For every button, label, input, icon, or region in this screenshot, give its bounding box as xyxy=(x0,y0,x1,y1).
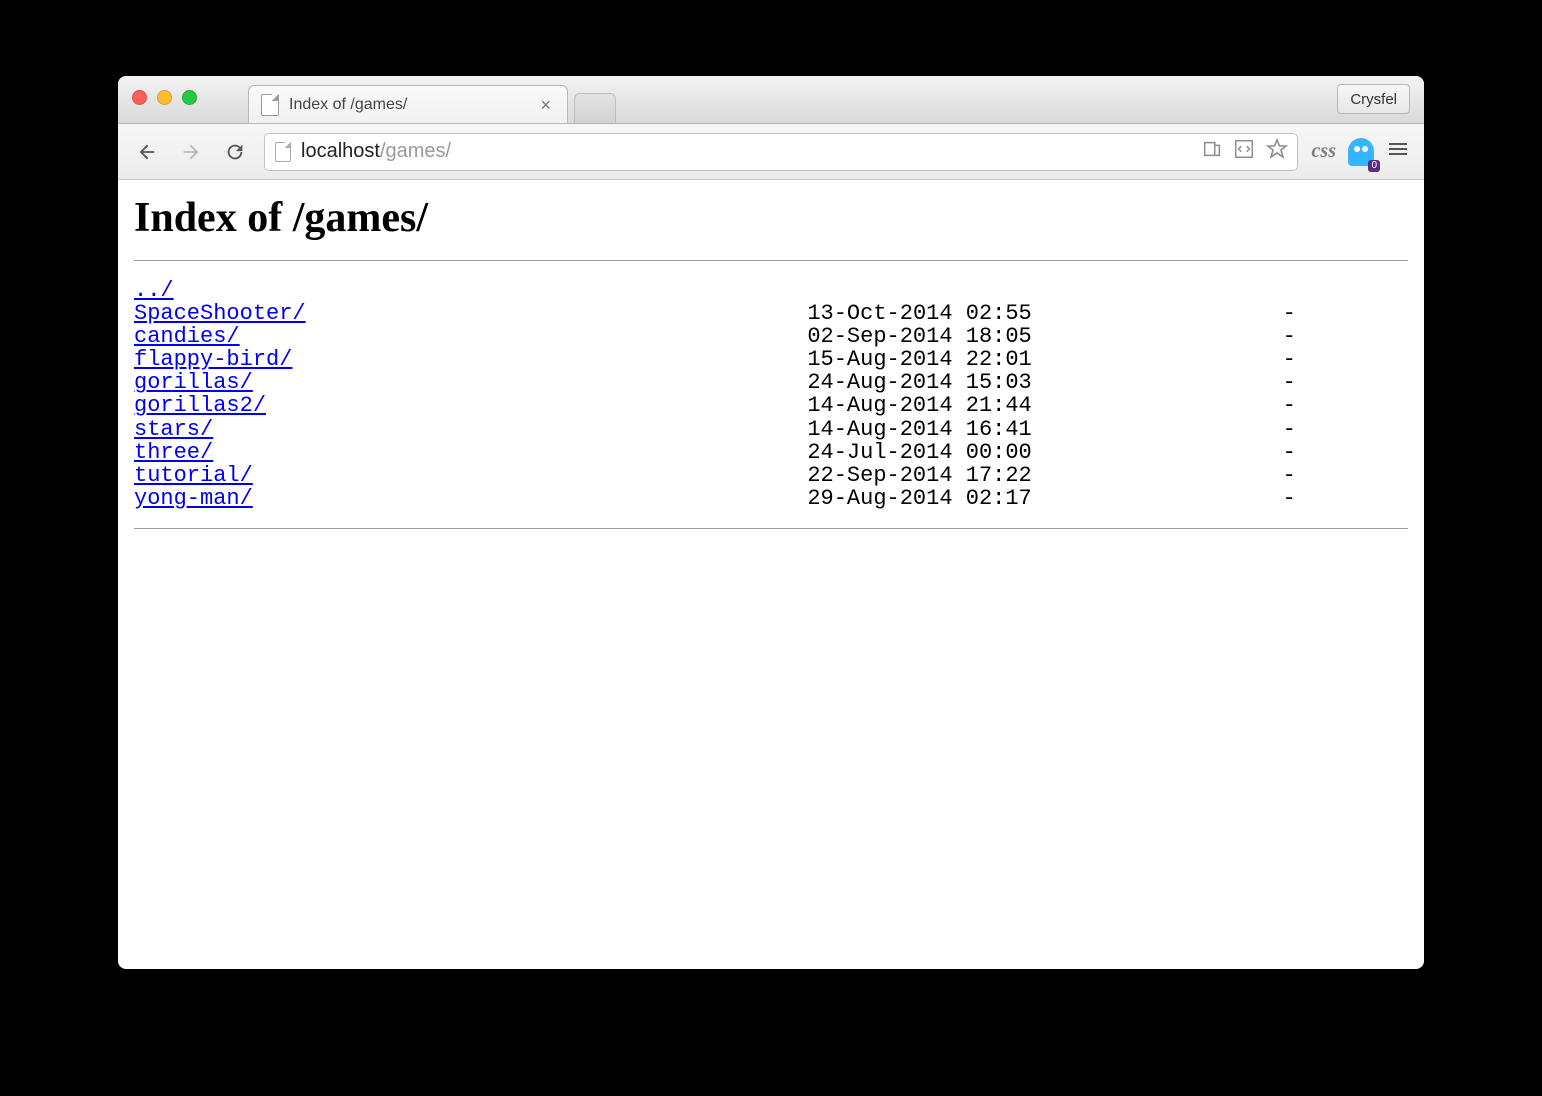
view-source-icon[interactable] xyxy=(1233,138,1255,166)
reload-icon xyxy=(224,141,246,163)
window-close-button[interactable] xyxy=(132,90,147,105)
ghostery-badge: 0 xyxy=(1368,160,1380,172)
url-path: /games/ xyxy=(380,140,451,162)
browser-tab[interactable]: Index of /games/ × xyxy=(248,85,568,123)
device-mode-icon[interactable] xyxy=(1201,138,1223,166)
page-content: Index of /games/ ../ SpaceShooter/ 13-Oc… xyxy=(118,180,1424,969)
directory-link[interactable]: flappy-bird/ xyxy=(134,347,292,372)
divider xyxy=(134,528,1408,529)
directory-link[interactable]: three/ xyxy=(134,440,213,465)
file-icon xyxy=(261,94,279,116)
page-title: Index of /games/ xyxy=(134,194,1408,242)
directory-link[interactable]: yong-man/ xyxy=(134,486,253,511)
forward-button[interactable] xyxy=(176,137,206,167)
window-controls xyxy=(132,90,197,105)
menu-button[interactable] xyxy=(1386,137,1410,166)
directory-link[interactable]: stars/ xyxy=(134,417,213,442)
reload-button[interactable] xyxy=(220,137,250,167)
css-extension-icon[interactable]: css xyxy=(1312,140,1336,163)
toolbar: localhost/games/ css 0 xyxy=(118,124,1424,180)
window-minimize-button[interactable] xyxy=(157,90,172,105)
directory-link[interactable]: SpaceShooter/ xyxy=(134,301,306,326)
address-bar[interactable]: localhost/games/ xyxy=(264,133,1298,171)
page-icon xyxy=(275,142,291,162)
titlebar: Index of /games/ × Crysfel xyxy=(118,76,1424,124)
back-button[interactable] xyxy=(132,137,162,167)
window-zoom-button[interactable] xyxy=(182,90,197,105)
profile-label: Crysfel xyxy=(1350,91,1397,108)
bookmark-button[interactable] xyxy=(1265,137,1289,167)
new-tab-button[interactable] xyxy=(574,93,616,123)
directory-link[interactable]: candies/ xyxy=(134,324,240,349)
omnibox-actions xyxy=(1201,137,1289,167)
star-icon xyxy=(1265,137,1289,161)
directory-listing: ../ SpaceShooter/ 13-Oct-2014 02:55 - ca… xyxy=(134,279,1408,510)
directory-link[interactable]: tutorial/ xyxy=(134,463,253,488)
arrow-right-icon xyxy=(180,141,202,163)
tab-close-button[interactable]: × xyxy=(536,94,555,116)
profile-button[interactable]: Crysfel xyxy=(1337,84,1410,114)
ghostery-extension-icon[interactable]: 0 xyxy=(1348,138,1374,166)
url-host: localhost xyxy=(301,140,380,162)
directory-link[interactable]: gorillas2/ xyxy=(134,393,266,418)
divider xyxy=(134,260,1408,261)
url-text: localhost/games/ xyxy=(301,140,451,163)
browser-window: Index of /games/ × Crysfel localhost/gam… xyxy=(118,76,1424,969)
tab-title: Index of /games/ xyxy=(289,96,407,114)
directory-link[interactable]: gorillas/ xyxy=(134,370,253,395)
hamburger-icon xyxy=(1386,137,1410,161)
directory-link[interactable]: ../ xyxy=(134,278,174,303)
extensions: css 0 xyxy=(1312,137,1410,166)
arrow-left-icon xyxy=(136,141,158,163)
